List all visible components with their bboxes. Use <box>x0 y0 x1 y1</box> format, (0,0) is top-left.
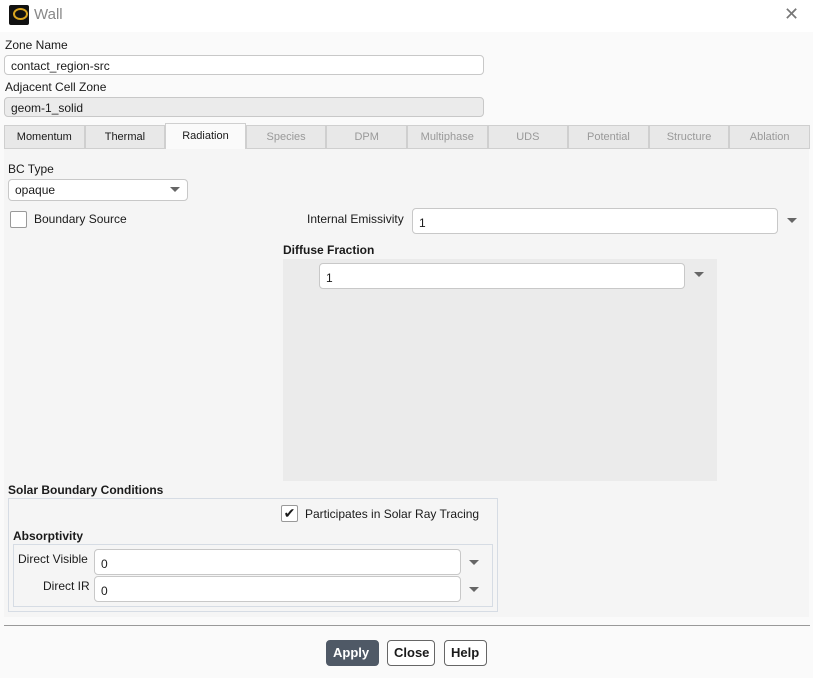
boundary-source-checkbox[interactable] <box>10 211 27 228</box>
emissivity-dropdown-icon[interactable] <box>787 218 797 223</box>
direct-ir-dropdown-icon[interactable] <box>469 587 479 592</box>
tab-thermal[interactable]: Thermal <box>84 125 166 149</box>
window-title: Wall <box>34 6 63 23</box>
zone-name-input[interactable]: contact_region-src <box>4 55 484 75</box>
tab-ablation: Ablation <box>729 125 810 149</box>
direct-visible-label: Direct Visible <box>18 552 88 566</box>
bc-type-select[interactable]: opaque <box>8 179 188 201</box>
direct-ir-label: Direct IR <box>43 579 90 593</box>
app-logo-icon <box>9 5 29 25</box>
tab-momentum[interactable]: Momentum <box>4 125 85 149</box>
tab-multiphase: Multiphase <box>406 125 488 149</box>
title-bar: Wall ✕ <box>0 0 813 32</box>
solar-bc-title: Solar Boundary Conditions <box>8 483 164 497</box>
tab-radiation[interactable]: Radiation <box>165 123 246 149</box>
bc-type-value: opaque <box>15 183 56 197</box>
chevron-down-icon <box>170 187 180 192</box>
adjacent-cell-zone-label: Adjacent Cell Zone <box>5 80 107 94</box>
direct-visible-input[interactable]: 0 <box>94 549 461 575</box>
boundary-source-label: Boundary Source <box>34 212 127 226</box>
tab-species: Species <box>245 125 327 149</box>
close-button[interactable]: Close <box>387 640 435 666</box>
tab-bar: Momentum Thermal Radiation Species DPM M… <box>4 123 810 149</box>
direct-ir-input[interactable]: 0 <box>94 576 461 602</box>
participates-checkbox[interactable]: ✔ <box>281 505 298 522</box>
diffuse-fraction-input[interactable]: 1 <box>319 263 685 289</box>
diffuse-fraction-label: Diffuse Fraction <box>283 243 375 257</box>
tab-uds: UDS <box>487 125 569 149</box>
adjacent-cell-zone-field: geom-1_solid <box>4 97 484 117</box>
internal-emissivity-label: Internal Emissivity <box>307 212 404 226</box>
apply-button[interactable]: Apply <box>326 640 379 666</box>
tab-potential: Potential <box>568 125 649 149</box>
diffuse-fraction-panel <box>283 259 717 481</box>
close-window-icon[interactable]: ✕ <box>784 4 799 25</box>
tab-structure: Structure <box>648 125 730 149</box>
internal-emissivity-input[interactable]: 1 <box>412 208 778 234</box>
help-button[interactable]: Help <box>444 640 487 666</box>
direct-visible-dropdown-icon[interactable] <box>469 560 479 565</box>
divider <box>4 625 810 626</box>
bc-type-label: BC Type <box>8 162 54 176</box>
diffuse-dropdown-icon[interactable] <box>694 272 704 277</box>
absorptivity-title: Absorptivity <box>13 529 84 543</box>
zone-name-label: Zone Name <box>5 38 68 52</box>
tab-dpm: DPM <box>326 125 407 149</box>
participates-label: Participates in Solar Ray Tracing <box>305 507 480 521</box>
